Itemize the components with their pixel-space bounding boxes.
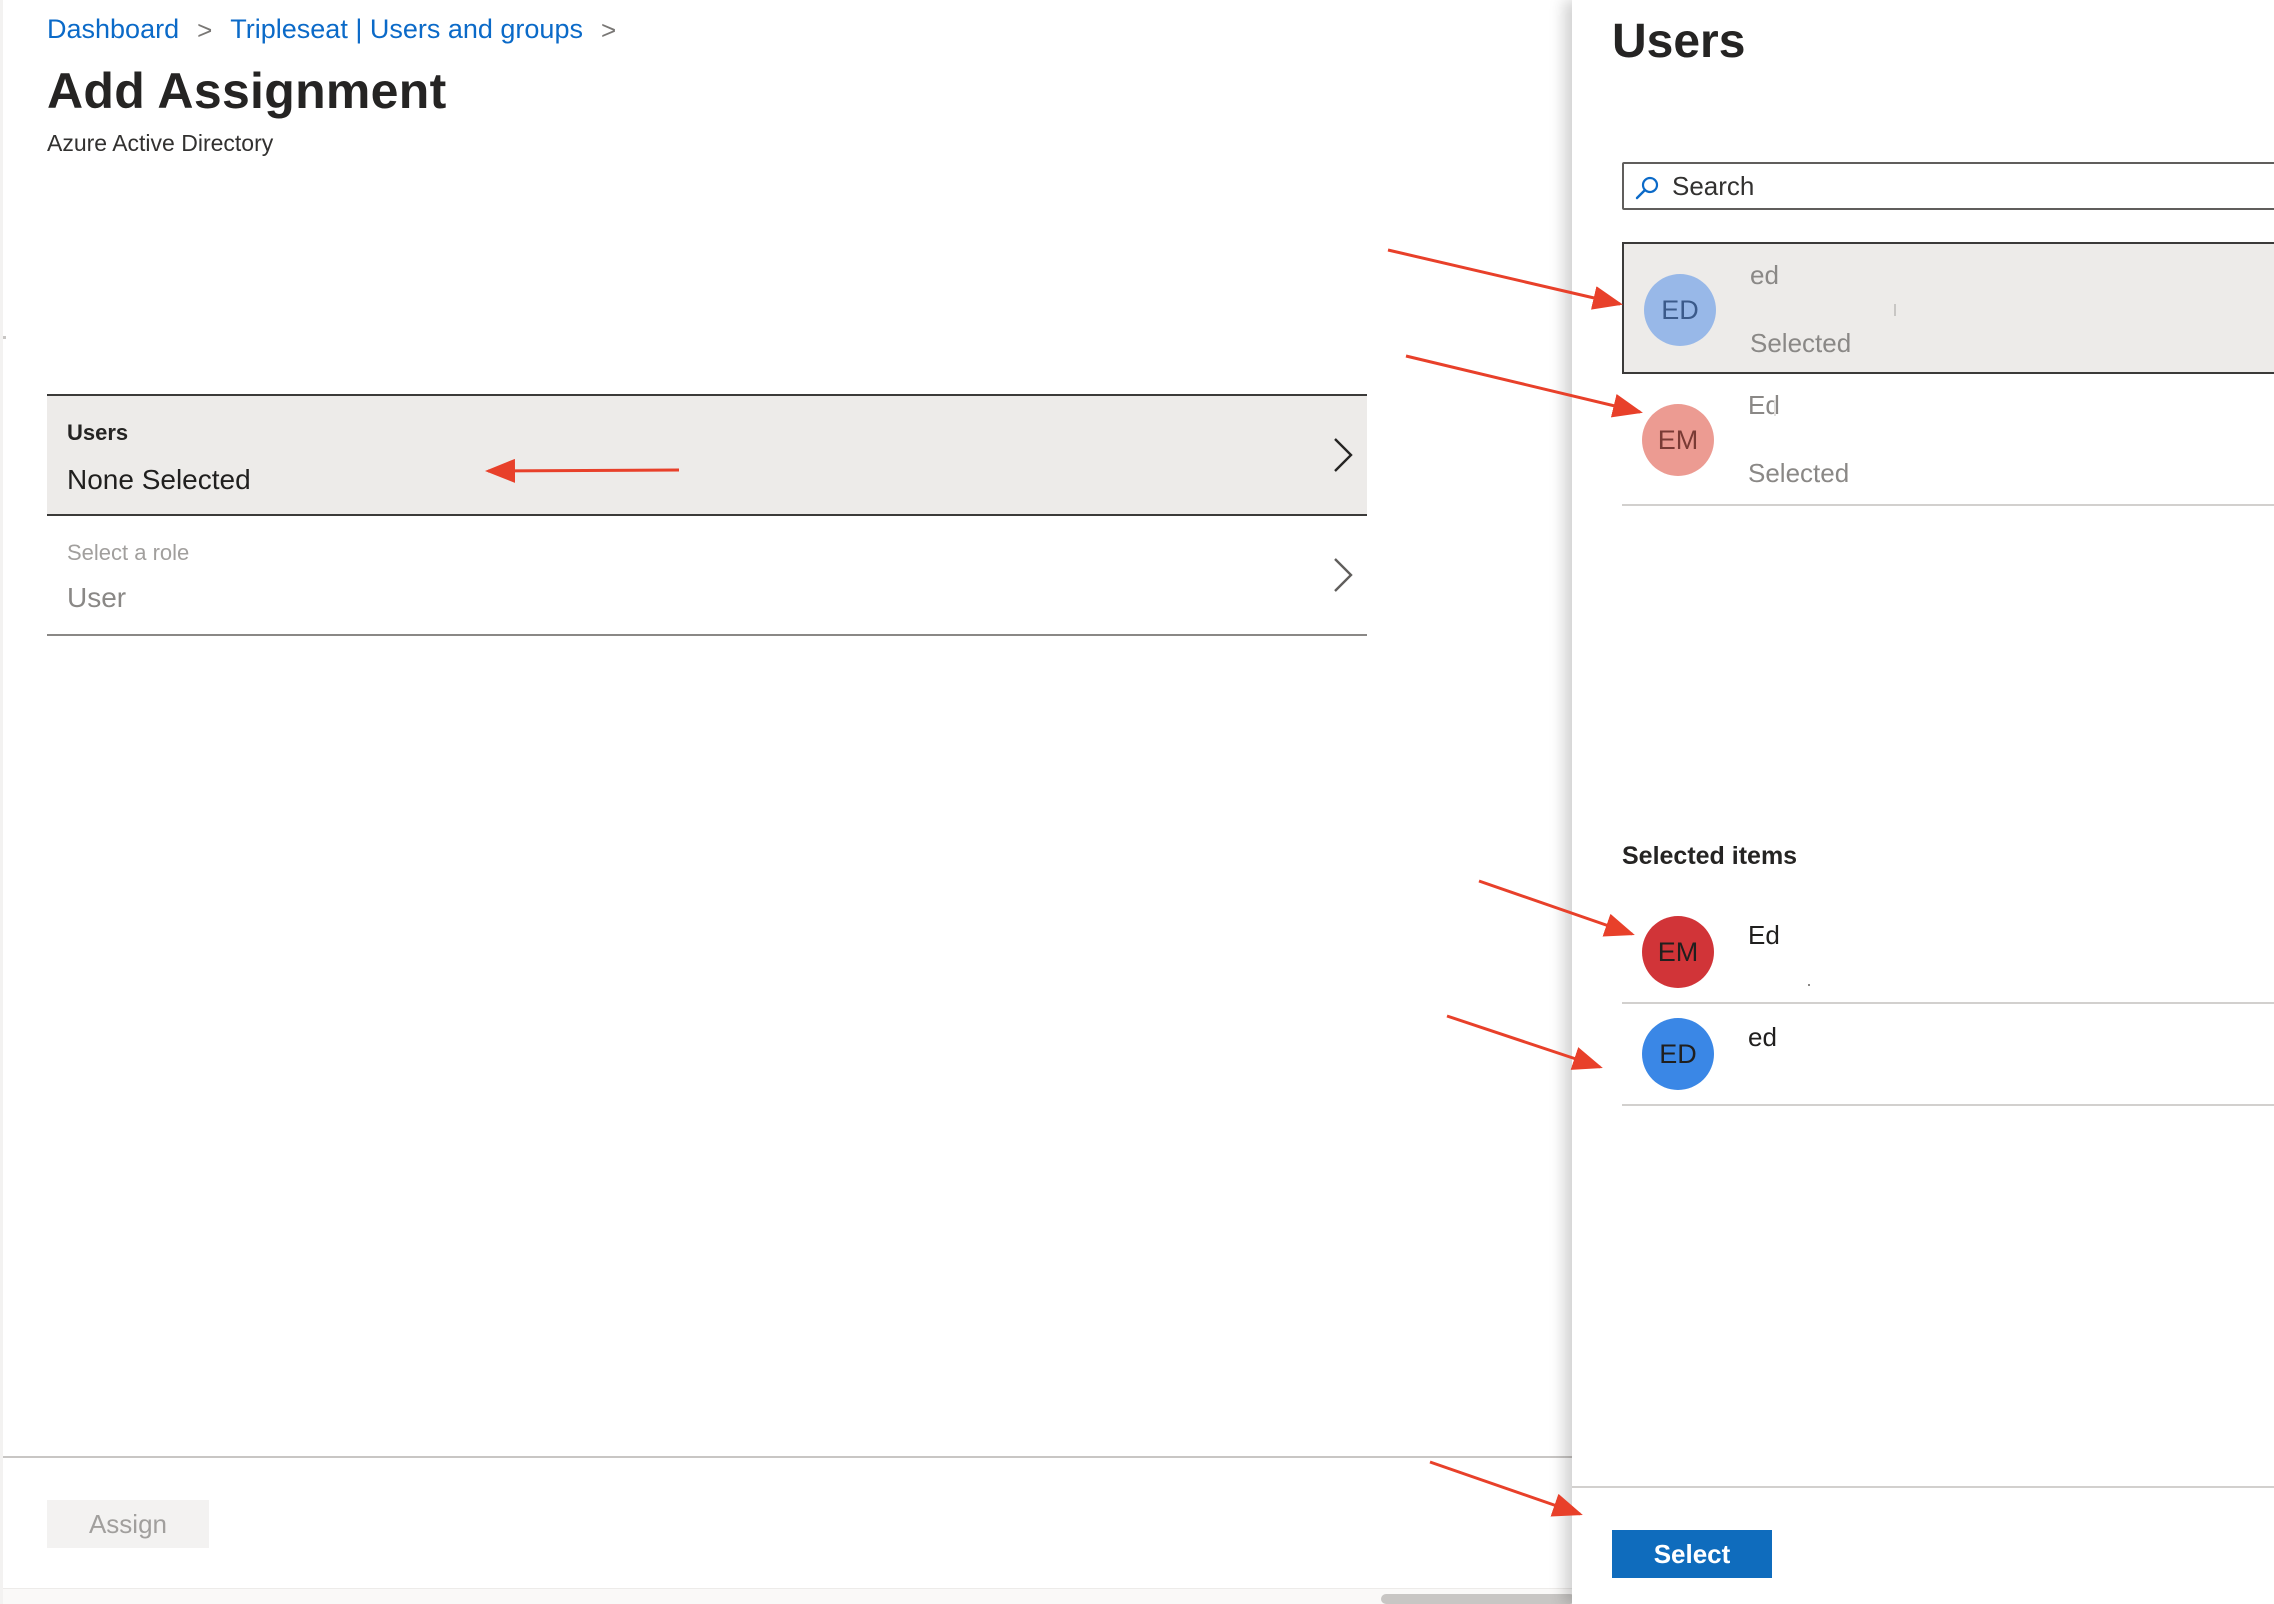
avatar: EM	[1642, 404, 1714, 476]
scrollbar-thumb[interactable]	[1381, 1594, 1575, 1604]
user-result-item[interactable]: ED ed Selected	[1622, 242, 2274, 374]
user-name: ed	[1750, 260, 1779, 290]
selected-items-heading: Selected items	[1622, 842, 1798, 870]
horizontal-scrollbar[interactable]	[3, 1588, 1575, 1604]
avatar-initials: EM	[1657, 424, 1699, 455]
panel-footer-divider	[1572, 1486, 2274, 1488]
breadcrumb-users-and-groups-link[interactable]: Tripleseat | Users and groups	[230, 14, 583, 45]
users-panel: Users ED ed Selected EM Ed Selected Sele…	[1572, 0, 2274, 1604]
user-selected-status: Selected	[1750, 328, 1852, 358]
selected-user-name: Ed	[1748, 920, 1780, 950]
users-picker-row[interactable]: Users None Selected	[47, 394, 1367, 516]
select-button[interactable]: Select	[1612, 1530, 1772, 1578]
dot-mark	[1808, 984, 1810, 986]
chevron-right-icon	[1334, 438, 1353, 472]
avatar-initials: ED	[1661, 294, 1699, 325]
text-cursor-mark	[1774, 400, 1776, 416]
search-input[interactable]	[1672, 170, 2232, 202]
avatar-initials: EM	[1657, 936, 1699, 967]
footer-divider	[3, 1456, 1575, 1458]
chevron-right-icon	[1334, 558, 1353, 592]
avatar: ED	[1644, 274, 1716, 346]
assign-button[interactable]: Assign	[47, 1500, 209, 1548]
page-title: Add Assignment	[47, 63, 447, 119]
chevron-right-icon: >	[600, 14, 617, 45]
avatar-initials: ED	[1659, 1038, 1697, 1069]
breadcrumb-dashboard-link[interactable]: Dashboard	[47, 14, 179, 45]
role-picker-row[interactable]: Select a role User	[47, 516, 1367, 636]
selected-item[interactable]: EM Ed	[1622, 902, 2274, 1004]
role-label: Select a role	[67, 540, 190, 565]
user-result-item[interactable]: EM Ed Selected	[1622, 374, 2274, 506]
add-assignment-blade: Dashboard > Tripleseat | Users and group…	[0, 0, 1575, 1604]
selected-item[interactable]: ED ed	[1622, 1004, 2274, 1106]
users-value: None Selected	[67, 464, 251, 495]
role-value: User	[67, 582, 127, 613]
user-selected-status: Selected	[1748, 458, 1850, 488]
search-icon	[1635, 176, 1659, 200]
breadcrumb: Dashboard > Tripleseat | Users and group…	[47, 14, 634, 45]
page-subtitle: Azure Active Directory	[47, 130, 274, 156]
text-cursor-mark	[1894, 304, 1896, 316]
chevron-right-icon: >	[197, 14, 213, 45]
search-box[interactable]	[1622, 162, 2274, 210]
avatar: ED	[1642, 1018, 1714, 1090]
divider	[3, 336, 6, 339]
users-label: Users	[67, 420, 129, 445]
avatar: EM	[1642, 916, 1714, 988]
panel-title: Users	[1612, 15, 1746, 68]
selected-user-name: ed	[1748, 1022, 1777, 1052]
